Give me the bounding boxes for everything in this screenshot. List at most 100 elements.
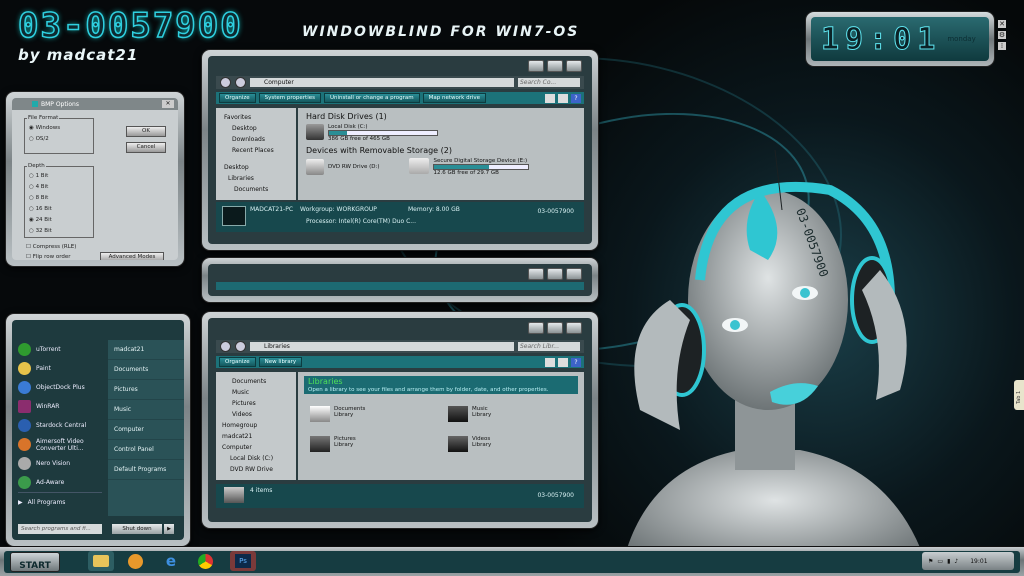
tree-item-libraries[interactable]: Libraries <box>224 173 296 184</box>
organize-button[interactable]: Organize <box>219 357 256 367</box>
ok-button[interactable]: OK <box>126 126 166 137</box>
program-item[interactable]: Paint <box>18 359 102 378</box>
address-bar[interactable]: Libraries <box>250 342 514 351</box>
local-disk-item[interactable]: Local Disk (C:) 386 GB free of 465 GB <box>306 124 576 142</box>
network-icon[interactable]: ▮ <box>947 558 950 565</box>
flip-checkbox[interactable]: ☐ Flip row order <box>26 254 71 260</box>
cancel-button[interactable]: Cancel <box>126 142 166 153</box>
tree-item-pictures[interactable]: Pictures <box>222 398 296 409</box>
tree-item-desktop-root[interactable]: Desktop <box>224 162 296 173</box>
place-item[interactable]: Computer <box>108 420 184 440</box>
tree-item-documents[interactable]: Documents <box>224 184 296 195</box>
view-options-icon[interactable] <box>545 357 555 367</box>
internet-explorer-taskbar-button[interactable]: e <box>158 551 184 571</box>
address-bar[interactable]: Computer <box>250 78 514 87</box>
new-library-button[interactable]: New library <box>258 357 303 367</box>
start-search-input[interactable]: Search programs and fi... <box>18 524 102 534</box>
program-item[interactable]: Nero Vision <box>18 454 102 473</box>
volume-icon[interactable]: ♪ <box>954 558 958 565</box>
depth-radio[interactable]: ○ 16 Bit <box>29 206 52 212</box>
tree-item-homegroup[interactable]: Homegroup <box>222 420 296 431</box>
minimize-button[interactable] <box>528 60 544 72</box>
tree-item-downloads[interactable]: Downloads <box>224 134 296 145</box>
place-item[interactable]: madcat21 <box>108 340 184 360</box>
program-item[interactable]: uTorrent <box>18 340 102 359</box>
photoshop-taskbar-button[interactable]: Ps <box>230 551 256 571</box>
minimize-button[interactable] <box>528 268 544 280</box>
help-icon[interactable]: ? <box>571 93 581 103</box>
map-network-drive-button[interactable]: Map network drive <box>422 93 487 103</box>
maximize-button[interactable] <box>547 322 563 334</box>
shutdown-options-arrow[interactable]: ▶ <box>164 524 174 534</box>
depth-radio[interactable]: ○ 1 Bit <box>29 173 48 179</box>
back-button[interactable] <box>220 77 231 88</box>
depth-radio[interactable]: ○ 32 Bit <box>29 228 52 234</box>
tree-item-documents[interactable]: Documents <box>222 376 296 387</box>
tree-item-local-disk[interactable]: Local Disk (C:) <box>222 453 296 464</box>
place-item[interactable]: Default Programs <box>108 460 184 480</box>
close-button[interactable] <box>566 268 582 280</box>
organize-button[interactable]: Organize <box>219 93 256 103</box>
preview-pane-icon[interactable] <box>558 357 568 367</box>
tree-item-videos[interactable]: Videos <box>222 409 296 420</box>
maximize-button[interactable] <box>547 268 563 280</box>
library-item[interactable]: Videos Library <box>448 436 491 452</box>
flag-icon[interactable]: ⚑ <box>928 558 933 565</box>
shutdown-button[interactable]: Shut down <box>112 524 162 534</box>
tree-item-recent-places[interactable]: Recent Places <box>224 145 296 156</box>
depth-radio[interactable]: ○ 8 Bit <box>29 195 48 201</box>
tree-item-desktop[interactable]: Desktop <box>224 123 296 134</box>
media-player-taskbar-button[interactable] <box>122 551 148 571</box>
sd-card-item[interactable]: Secure Digital Storage Device (E:) 12.6 … <box>409 158 530 176</box>
library-item[interactable]: Pictures Library <box>310 436 356 452</box>
program-item[interactable]: Stardock Central <box>18 416 102 435</box>
format-radio-windows[interactable]: ◉ Windows <box>29 125 60 131</box>
close-button[interactable] <box>566 60 582 72</box>
place-item[interactable]: Documents <box>108 360 184 380</box>
program-item[interactable]: Ad-Aware <box>18 473 102 492</box>
explorer-taskbar-button[interactable] <box>88 551 114 571</box>
start-button[interactable]: START <box>10 552 60 572</box>
tray-clock[interactable]: 19:01 <box>970 558 987 565</box>
tree-item-dvd-drive[interactable]: DVD RW Drive <box>222 464 296 475</box>
drag-handle-icon[interactable]: ⁞ <box>998 42 1006 50</box>
display-icon[interactable]: ▭ <box>937 558 943 565</box>
back-button[interactable] <box>220 341 231 352</box>
help-icon[interactable]: ? <box>571 357 581 367</box>
search-input[interactable]: Search Co... <box>518 78 580 87</box>
compress-checkbox[interactable]: ☐ Compress (RLE) <box>26 244 76 250</box>
system-properties-button[interactable]: System properties <box>258 93 321 103</box>
all-programs-item[interactable]: ▶ All Programs <box>18 492 102 512</box>
forward-button[interactable] <box>235 77 246 88</box>
preview-pane-icon[interactable] <box>558 93 568 103</box>
dvd-drive-item[interactable]: DVD RW Drive (D:) <box>306 158 379 176</box>
clock-gadget[interactable]: 19:01 monday <box>806 12 994 66</box>
depth-radio[interactable]: ○ 4 Bit <box>29 184 48 190</box>
place-item[interactable]: Music <box>108 400 184 420</box>
program-item[interactable]: WinRAR <box>18 397 102 416</box>
settings-icon[interactable]: ⚙ <box>998 31 1006 39</box>
close-button[interactable]: ✕ <box>162 100 174 108</box>
uninstall-program-button[interactable]: Uninstall or change a program <box>323 93 420 103</box>
depth-radio[interactable]: ◉ 24 Bit <box>29 217 52 223</box>
close-icon[interactable]: ✕ <box>998 20 1006 28</box>
tree-item-music[interactable]: Music <box>222 387 296 398</box>
advanced-modes-button[interactable]: Advanced Modes <box>100 252 164 260</box>
side-tab[interactable]: Tab 1 <box>1014 380 1024 410</box>
close-button[interactable] <box>566 322 582 334</box>
forward-button[interactable] <box>235 341 246 352</box>
maximize-button[interactable] <box>547 60 563 72</box>
program-item[interactable]: Aimersoft Video Converter Ulti... <box>18 435 102 454</box>
search-input[interactable]: Search Libr... <box>518 342 580 351</box>
minimize-button[interactable] <box>528 322 544 334</box>
place-item[interactable]: Pictures <box>108 380 184 400</box>
library-item[interactable]: Documents Library <box>310 406 365 422</box>
tree-item-favorites[interactable]: Favorites <box>224 112 296 123</box>
place-item[interactable]: Control Panel <box>108 440 184 460</box>
view-options-icon[interactable] <box>545 93 555 103</box>
tree-item-computer[interactable]: Computer <box>222 442 296 453</box>
library-item[interactable]: Music Library <box>448 406 491 422</box>
format-radio-os2[interactable]: ○ OS/2 <box>29 136 49 142</box>
tree-item-user[interactable]: madcat21 <box>222 431 296 442</box>
program-item[interactable]: ObjectDock Plus <box>18 378 102 397</box>
